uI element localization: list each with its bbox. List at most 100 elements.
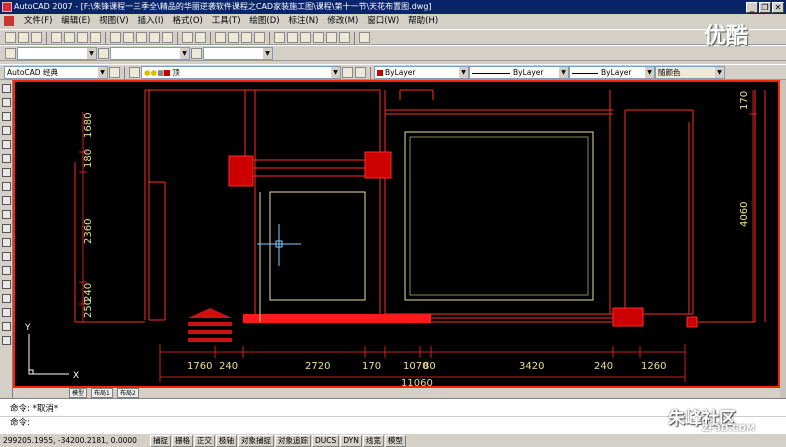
print-preview-icon[interactable]	[64, 32, 75, 43]
ellipse-icon[interactable]	[2, 210, 11, 219]
menu-tools[interactable]: 工具(T)	[209, 14, 244, 29]
properties-icon[interactable]	[274, 32, 285, 43]
copy-icon[interactable]	[123, 32, 134, 43]
workspace-settings-icon[interactable]	[109, 67, 120, 78]
dyn-toggle[interactable]: DYN	[340, 435, 362, 447]
minimize-button[interactable]: _	[746, 2, 758, 13]
osnap-toggle[interactable]: 对象捕捉	[238, 435, 274, 447]
hatch-icon[interactable]	[2, 280, 11, 289]
menu-insert[interactable]: 插入(I)	[135, 14, 167, 29]
publish-icon[interactable]	[77, 32, 88, 43]
workspace-combo[interactable]: AutoCAD 经典 ▼	[4, 66, 108, 79]
document-icon[interactable]	[4, 15, 14, 26]
menu-window[interactable]: 窗口(W)	[364, 14, 402, 29]
revision-cloud-icon[interactable]	[2, 182, 11, 191]
ellipse-arc-icon[interactable]	[2, 224, 11, 233]
dim-text-bottom-2: 240	[219, 361, 238, 372]
dim-text-total: 11060	[401, 378, 433, 386]
menu-file[interactable]: 文件(F)	[21, 14, 56, 29]
zoom-realtime-icon[interactable]	[228, 32, 239, 43]
dim-text-left-3: 2360	[83, 219, 94, 244]
zoom-previous-icon[interactable]	[254, 32, 265, 43]
new-file-icon[interactable]	[5, 32, 16, 43]
polyline-icon[interactable]	[2, 112, 11, 121]
matchprop-icon[interactable]	[90, 32, 101, 43]
plotstyle-combo[interactable]: 随颜色 ▼	[655, 66, 725, 79]
ortho-toggle[interactable]: 正交	[194, 435, 215, 447]
make-block-icon[interactable]	[2, 252, 11, 261]
layer-manager-icon[interactable]	[129, 67, 140, 78]
rectangle-icon[interactable]	[2, 140, 11, 149]
grid-toggle[interactable]: 栅格	[172, 435, 193, 447]
multiline-text-icon[interactable]	[2, 336, 11, 345]
menu-format[interactable]: 格式(O)	[170, 14, 206, 29]
calculator-icon[interactable]	[339, 32, 350, 43]
layer-combo[interactable]: ●●■ 顶 ▼	[141, 66, 341, 79]
paste-icon[interactable]	[136, 32, 147, 43]
sheet-set-icon[interactable]	[313, 32, 324, 43]
design-center-icon[interactable]	[287, 32, 298, 43]
save-icon[interactable]	[31, 32, 42, 43]
circle-icon[interactable]	[2, 168, 11, 177]
tool-palettes-icon[interactable]	[300, 32, 311, 43]
help-icon[interactable]	[359, 32, 370, 43]
insert-block-icon[interactable]	[2, 238, 11, 247]
model-toggle[interactable]: 模型	[384, 435, 406, 447]
dim-style-icon[interactable]	[98, 48, 109, 59]
markup-icon[interactable]	[326, 32, 337, 43]
drawing-canvas[interactable]: Y X 1680 180 2360 240 250 170 4060 1760 …	[13, 80, 780, 388]
block-editor-icon[interactable]	[162, 32, 173, 43]
menu-view[interactable]: 视图(V)	[96, 14, 131, 29]
cut-icon[interactable]	[110, 32, 121, 43]
region-icon[interactable]	[2, 308, 11, 317]
tab-layout2[interactable]: 布局2	[117, 388, 139, 398]
undo-icon[interactable]	[182, 32, 193, 43]
otrack-toggle[interactable]: 对象追踪	[275, 435, 311, 447]
gradient-icon[interactable]	[2, 294, 11, 303]
print-icon[interactable]	[51, 32, 62, 43]
table-icon[interactable]	[2, 322, 11, 331]
chevron-down-icon: ▼	[98, 67, 107, 78]
point-icon[interactable]	[2, 266, 11, 275]
text-style-icon[interactable]	[5, 48, 16, 59]
table-style-combo[interactable]: ▼	[203, 47, 273, 60]
menu-help[interactable]: 帮助(H)	[405, 14, 441, 29]
workspace-value: AutoCAD 经典	[7, 68, 58, 77]
tab-model[interactable]: 模型	[69, 388, 88, 398]
open-file-icon[interactable]	[18, 32, 29, 43]
pan-icon[interactable]	[215, 32, 226, 43]
tab-layout1[interactable]: 布局1	[91, 388, 113, 398]
zoom-window-icon[interactable]	[241, 32, 252, 43]
lineweight-toggle[interactable]: 线宽	[362, 435, 384, 447]
arc-icon[interactable]	[2, 154, 11, 163]
menu-dimension[interactable]: 标注(N)	[285, 14, 321, 29]
redo-icon[interactable]	[195, 32, 206, 43]
snap-toggle[interactable]: 捕捉	[150, 435, 171, 447]
color-combo[interactable]: ByLayer ▼	[374, 66, 469, 79]
close-button[interactable]: ✕	[772, 2, 784, 13]
layer-previous-icon[interactable]	[355, 67, 366, 78]
stair-step	[188, 322, 232, 326]
dim-style-combo[interactable]: ▼	[110, 47, 190, 60]
line-icon[interactable]	[2, 84, 11, 93]
restore-button[interactable]: ❐	[759, 2, 771, 13]
column-block	[364, 151, 392, 179]
stair-step	[188, 338, 232, 342]
ducs-toggle[interactable]: DUCS	[312, 435, 340, 447]
polygon-icon[interactable]	[2, 126, 11, 135]
construction-line-icon[interactable]	[2, 98, 11, 107]
polar-toggle[interactable]: 极轴	[216, 435, 237, 447]
menu-edit[interactable]: 编辑(E)	[58, 14, 93, 29]
make-current-layer-icon[interactable]	[342, 67, 353, 78]
dim-text-left-5: 250	[83, 299, 94, 318]
linetype-combo[interactable]: ByLayer ▼	[469, 66, 569, 79]
text-style-combo[interactable]: ▼	[17, 47, 97, 60]
toolbar-separator	[124, 67, 125, 79]
standard-toolbar	[0, 29, 786, 45]
menu-draw[interactable]: 绘图(D)	[246, 14, 282, 29]
brush-icon[interactable]	[149, 32, 160, 43]
spline-icon[interactable]	[2, 196, 11, 205]
lineweight-combo[interactable]: ByLayer ▼	[569, 66, 655, 79]
menu-modify[interactable]: 修改(M)	[324, 14, 361, 29]
table-style-icon[interactable]	[191, 48, 202, 59]
